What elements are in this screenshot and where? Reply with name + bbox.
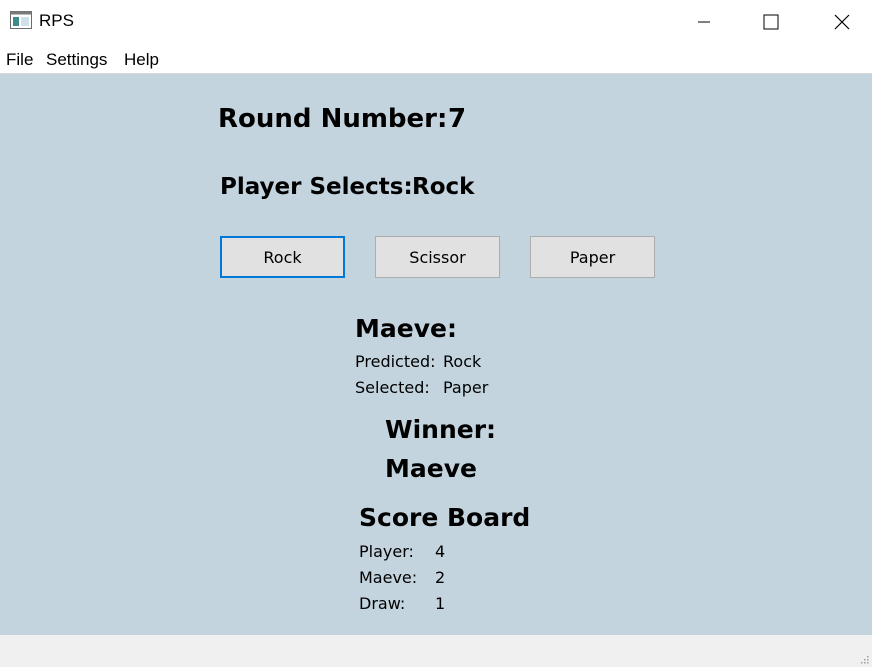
maeve-selected-value: Paper (443, 378, 489, 397)
score-maeve-label: Maeve: (359, 568, 418, 587)
minimize-icon (698, 21, 710, 23)
game-panel: Round Number: 7 Player Selects: Rock Roc… (0, 74, 872, 635)
player-selects-value: Rock (412, 174, 475, 200)
round-number-label: Round Number: (218, 104, 448, 134)
rock-button[interactable]: Rock (220, 236, 345, 278)
menu-bar: File Settings Help (0, 44, 872, 74)
minimize-button[interactable] (681, 0, 727, 44)
resize-grip-icon[interactable] (859, 654, 869, 664)
title-bar: RPS (0, 0, 872, 44)
round-number-value: 7 (448, 104, 467, 134)
maximize-button[interactable] (748, 0, 794, 44)
scoreboard-title: Score Board (359, 503, 531, 532)
close-icon (834, 14, 850, 30)
menu-settings[interactable]: Settings (46, 50, 107, 70)
close-button[interactable] (819, 0, 865, 44)
status-bar (0, 635, 872, 667)
scissor-button[interactable]: Scissor (375, 236, 500, 278)
window-title: RPS (39, 11, 74, 30)
paper-button[interactable]: Paper (530, 236, 655, 278)
maeve-predicted-label: Predicted: (355, 352, 436, 371)
maeve-predicted-value: Rock (443, 352, 482, 371)
menu-help[interactable]: Help (124, 50, 159, 70)
score-draw-label: Draw: (359, 594, 406, 613)
player-selects-label: Player Selects: (220, 174, 413, 200)
score-player-label: Player: (359, 542, 414, 561)
winner-value: Maeve (385, 454, 477, 483)
score-maeve-value: 2 (435, 568, 446, 587)
menu-file[interactable]: File (6, 50, 33, 70)
score-draw-value: 1 (435, 594, 446, 613)
winner-label: Winner: (385, 415, 497, 444)
maeve-selected-label: Selected: (355, 378, 430, 397)
app-icon (10, 11, 32, 29)
maeve-title: Maeve: (355, 314, 457, 343)
maximize-icon (763, 14, 779, 30)
score-player-value: 4 (435, 542, 446, 561)
